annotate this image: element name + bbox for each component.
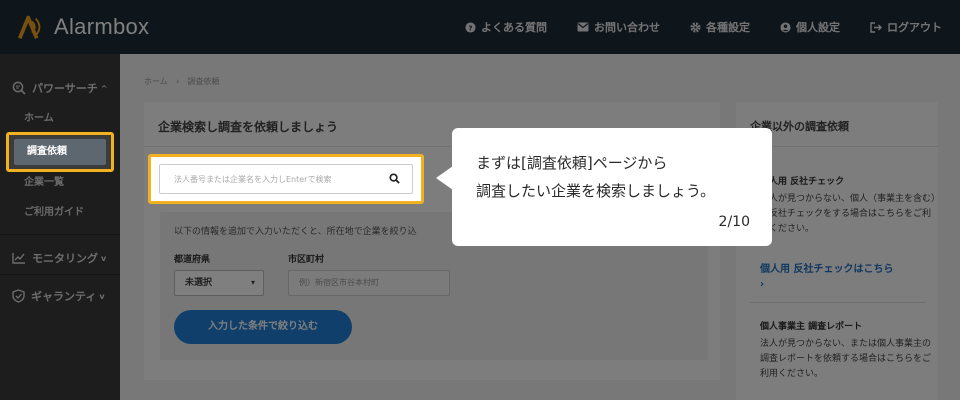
search-icon[interactable] bbox=[389, 173, 400, 184]
sidebar-item-research-request[interactable]: 調査依頼 bbox=[14, 139, 106, 165]
tooltip-line-1: まずは[調査依頼]ページから bbox=[476, 154, 668, 172]
tooltip-line-2: 調査したい企業を検索しましょう。 bbox=[476, 182, 716, 200]
highlighted-sidebar-item: 調査依頼 bbox=[6, 132, 114, 172]
company-search-input[interactable] bbox=[159, 164, 413, 194]
tooltip-arrow bbox=[436, 166, 453, 190]
tutorial-tooltip: まずは[調査依頼]ページから 調査したい企業を検索しましょう。 2/10 bbox=[452, 128, 772, 246]
highlighted-search-area bbox=[148, 154, 424, 204]
tooltip-step-counter: 2/10 bbox=[718, 214, 750, 230]
